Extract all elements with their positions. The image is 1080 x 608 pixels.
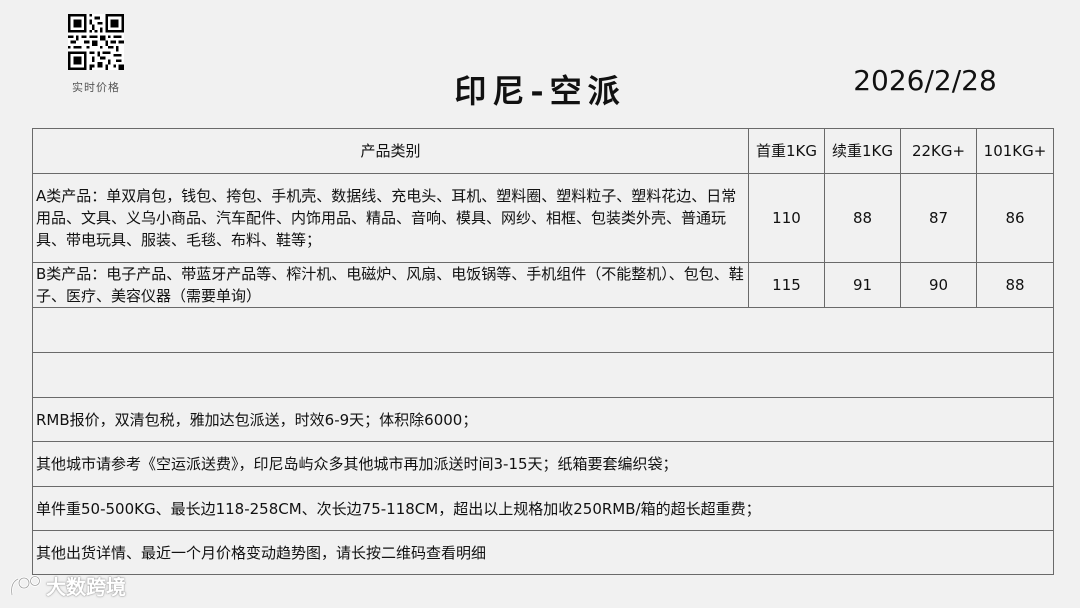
note-size-weight-limits: 单件重50-500KG、最长边118-258CM、次长边75-118CM，超出以… [32, 486, 1054, 531]
price-101kg-a: 86 [976, 173, 1054, 263]
column-header-extra-kg: 续重1KG [824, 128, 901, 174]
empty-row [32, 352, 1054, 398]
table-row: B类产品：电子产品、带蓝牙产品等、榨汁机、电磁炉、风扇、电饭锅等、手机组件（不能… [32, 262, 1054, 308]
column-header-category: 产品类别 [32, 128, 749, 174]
page-title: 印尼-空派 [454, 72, 626, 110]
date-label: 2026/2/28 [853, 64, 997, 97]
qr-caption: 实时价格 [72, 81, 120, 94]
qr-code-image[interactable] [68, 14, 124, 70]
note-other-cities: 其他城市请参考《空运派送费》，印尼岛屿众多其他城市再加派送时间3-15天；纸箱要… [32, 441, 1054, 487]
note-row: 单件重50-500KG、最长边118-258CM、次长边75-118CM，超出以… [32, 486, 1054, 531]
category-b-cell: B类产品：电子产品、带蓝牙产品等、榨汁机、电磁炉、风扇、电饭锅等、手机组件（不能… [32, 262, 749, 308]
price-first-kg-a: 110 [748, 173, 825, 263]
column-header-first-kg: 首重1KG [748, 128, 825, 174]
price-extra-kg-b: 91 [824, 262, 901, 308]
table-row: A类产品：单双肩包，钱包、挎包、手机壳、数据线、充电头、耳机、塑料圈、塑料粒子、… [32, 173, 1054, 263]
price-101kg-b: 88 [976, 262, 1054, 308]
category-a-cell: A类产品：单双肩包，钱包、挎包、手机壳、数据线、充电头、耳机、塑料圈、塑料粒子、… [32, 173, 749, 263]
watermark-text: 大数跨境 [46, 575, 126, 599]
column-header-22kg: 22KG+ [900, 128, 977, 174]
table-header-row: 产品类别 首重1KG 续重1KG 22KG+ 101KG+ [32, 128, 1054, 174]
price-22kg-b: 90 [900, 262, 977, 308]
watermark-logo-icon [10, 574, 41, 595]
price-extra-kg-a: 88 [824, 173, 901, 263]
note-row: 其他城市请参考《空运派送费》，印尼岛屿众多其他城市再加派送时间3-15天；纸箱要… [32, 441, 1054, 487]
price-22kg-a: 87 [900, 173, 977, 263]
price-table: 产品类别 首重1KG 续重1KG 22KG+ 101KG+ A类产品：单双肩包，… [32, 128, 1054, 575]
note-row: RMB报价，双清包税，雅加达包派送，时效6-9天；体积除6000； [32, 397, 1054, 442]
column-header-101kg: 101KG+ [976, 128, 1054, 174]
note-details-qr: 其他出货详情、最近一个月价格变动趋势图，请长按二维码查看明细 [32, 530, 1054, 575]
price-first-kg-b: 115 [748, 262, 825, 308]
note-row: 其他出货详情、最近一个月价格变动趋势图，请长按二维码查看明细 [32, 530, 1054, 575]
watermark: 大数跨境 [8, 571, 126, 600]
note-pricing-terms: RMB报价，双清包税，雅加达包派送，时效6-9天；体积除6000； [32, 397, 1054, 442]
empty-row [32, 307, 1054, 353]
